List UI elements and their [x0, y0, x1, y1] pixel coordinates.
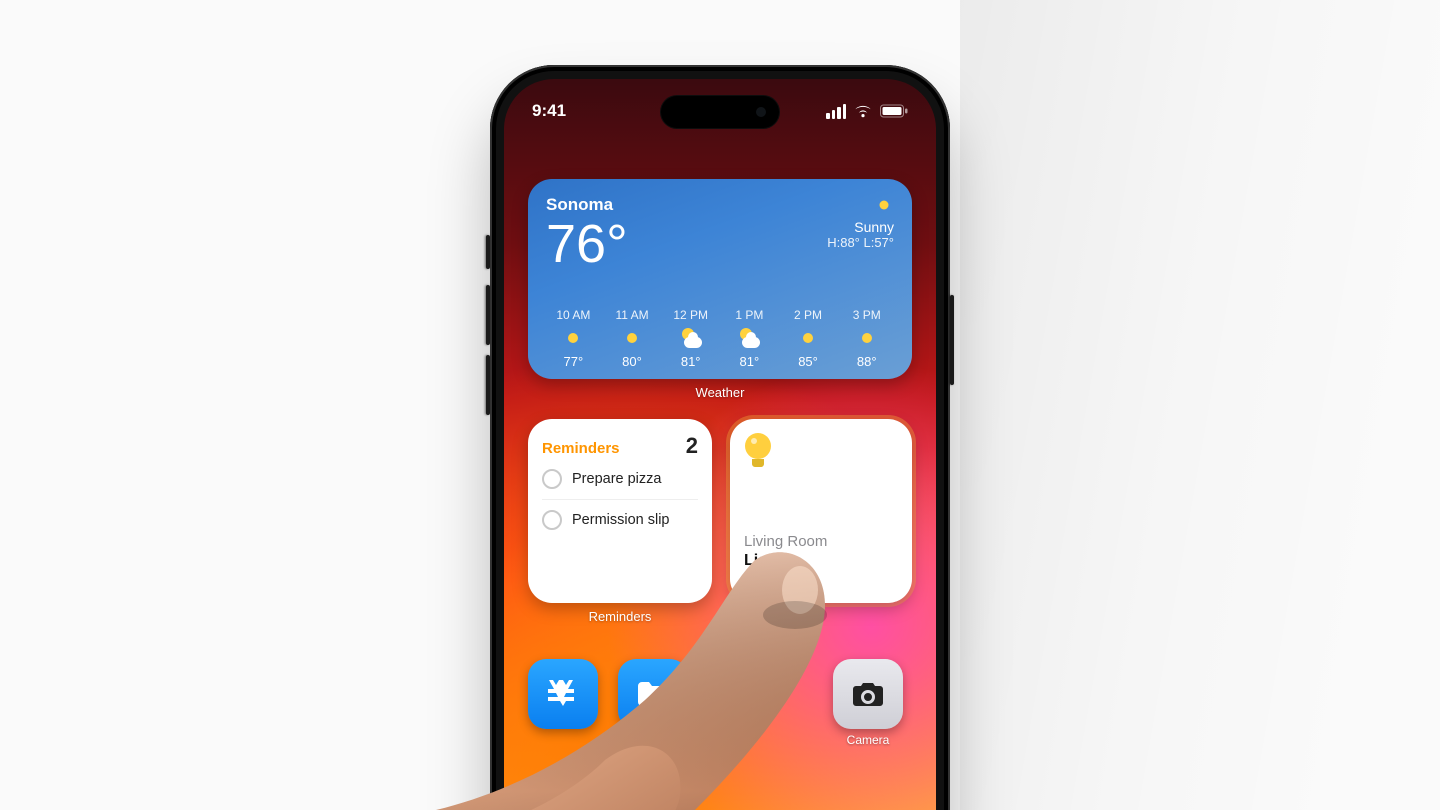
app-icon-camera[interactable]: Camera: [833, 659, 903, 729]
weather-condition: Sunny: [827, 219, 894, 235]
app-label-camera: Camera: [833, 733, 903, 747]
status-time: 9:41: [532, 101, 566, 121]
app-row: [528, 659, 688, 729]
radio-unchecked-icon[interactable]: [542, 469, 562, 489]
weather-temp: 76°: [546, 217, 628, 271]
weather-location: Sonoma: [546, 195, 628, 215]
reminders-widget[interactable]: Reminders 2 Prepare pizza Permission sli…: [528, 419, 712, 603]
volume-down-button[interactable]: [486, 355, 490, 415]
sun-icon: [563, 328, 583, 348]
power-button[interactable]: [950, 295, 954, 385]
weather-hour-3: 1 PM 81°: [722, 308, 777, 369]
phone-frame: 9:41 Sonoma: [490, 65, 950, 810]
weather-high-low: H:88° L:57°: [827, 235, 894, 250]
weather-hour-0: 10 AM 77°: [546, 308, 601, 369]
reminders-title: Reminders: [542, 440, 620, 457]
weather-hour-5: 3 PM 88°: [839, 308, 894, 369]
weather-widget-label: Weather: [504, 385, 936, 400]
weather-hour-1: 11 AM 80°: [605, 308, 660, 369]
sun-icon: [622, 328, 642, 348]
partly-cloudy-icon: [680, 328, 702, 348]
sun-icon: [875, 196, 893, 214]
radio-unchecked-icon[interactable]: [542, 510, 562, 530]
home-lights-widget[interactable]: Living Room Lights 100%: [730, 419, 912, 603]
stage: 9:41 Sonoma: [0, 0, 1440, 810]
reminder-text: Prepare pizza: [572, 471, 661, 487]
weather-hour-4: 2 PM 85°: [781, 308, 836, 369]
mute-switch[interactable]: [486, 235, 490, 269]
reminder-item[interactable]: Permission slip: [542, 499, 698, 540]
sun-icon: [857, 328, 877, 348]
app-icon-files[interactable]: [618, 659, 688, 729]
home-accessory-name: Lights: [744, 552, 898, 570]
camera-slot: Camera: [824, 659, 912, 729]
reminders-widget-label: Reminders: [528, 609, 712, 624]
volume-up-button[interactable]: [486, 285, 490, 345]
weather-widget[interactable]: Sonoma 76° Sunny H:88° L:57° 10 AM: [528, 179, 912, 379]
wifi-icon: [853, 104, 873, 118]
home-brightness: 100%: [744, 572, 898, 589]
cellular-signal-icon: [826, 104, 846, 119]
sun-icon: [798, 328, 818, 348]
status-bar: 9:41: [504, 101, 936, 121]
weather-hour-2: 12 PM 81°: [663, 308, 718, 369]
battery-icon: [880, 104, 908, 118]
reminder-item[interactable]: Prepare pizza: [542, 459, 698, 499]
weather-hourly: 10 AM 77° 11 AM 80° 12 PM 81°: [546, 308, 894, 369]
partly-cloudy-icon: [738, 328, 760, 348]
lightbulb-icon: [744, 433, 772, 467]
reminders-count: 2: [686, 433, 698, 459]
app-icon-appstore[interactable]: [528, 659, 598, 729]
phone-screen: 9:41 Sonoma: [504, 79, 936, 810]
home-room: Living Room: [744, 533, 898, 550]
reminder-text: Permission slip: [572, 512, 670, 528]
